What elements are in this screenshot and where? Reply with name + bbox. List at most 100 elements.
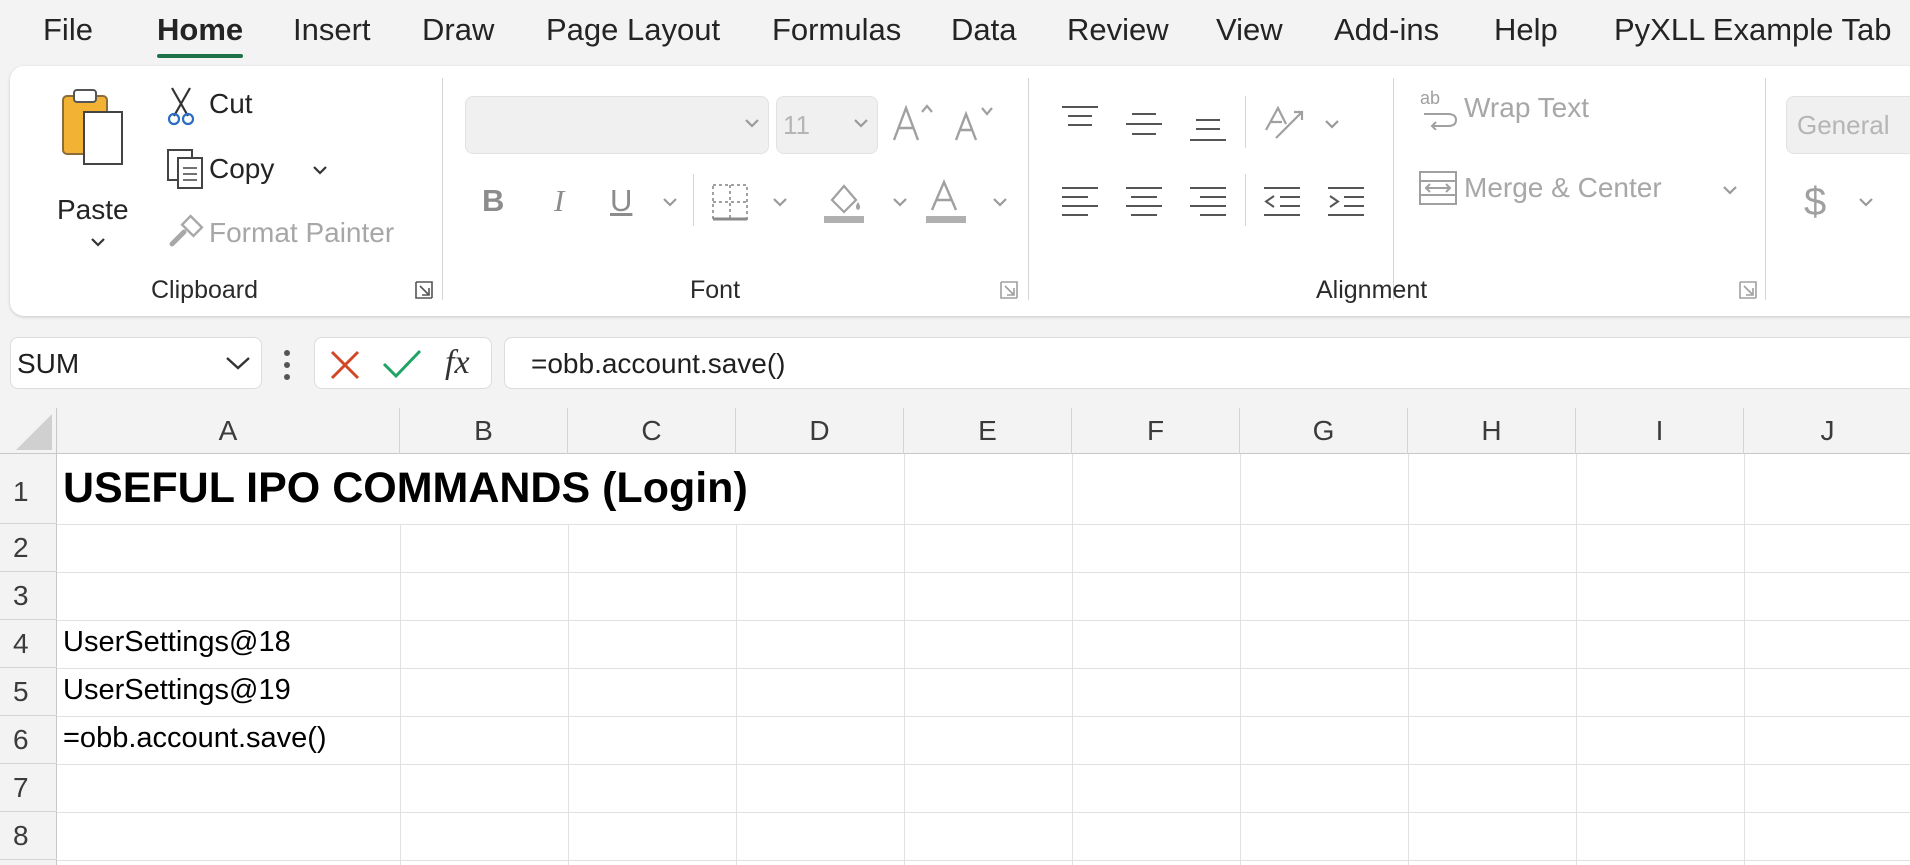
copy-button[interactable]: Copy (160, 148, 350, 192)
increase-indent-icon[interactable] (1326, 184, 1366, 220)
column-header-a[interactable]: A (57, 408, 400, 454)
fill-color-chevron-icon[interactable] (892, 196, 908, 208)
decrease-font-size-icon[interactable] (952, 104, 996, 146)
chevron-down-icon[interactable] (225, 355, 251, 371)
tab-pyxll-example[interactable]: PyXLL Example Tab (1614, 12, 1891, 48)
column-header-i[interactable]: I (1576, 408, 1744, 454)
row-header-3[interactable]: 3 (0, 572, 57, 620)
font-size-dropdown[interactable]: 11 (776, 96, 878, 154)
column-header-h[interactable]: H (1408, 408, 1576, 454)
tab-help[interactable]: Help (1494, 12, 1558, 48)
cut-button[interactable]: Cut (160, 84, 320, 128)
font-dialog-launcher-icon[interactable] (998, 279, 1020, 301)
column-header-d[interactable]: D (736, 408, 904, 454)
scissors-icon (167, 87, 195, 126)
tab-view[interactable]: View (1216, 12, 1283, 48)
clipboard-group-label: Clipboard (151, 276, 259, 304)
font-name-dropdown[interactable] (465, 96, 769, 154)
gridline (1408, 454, 1409, 865)
borders-chevron-icon[interactable] (772, 196, 788, 208)
currency-chevron-icon[interactable] (1858, 196, 1874, 208)
middle-align-icon[interactable] (1124, 110, 1164, 140)
cut-label: Cut (209, 88, 253, 119)
tab-review[interactable]: Review (1067, 12, 1169, 48)
number-format-dropdown[interactable]: General (1786, 96, 1910, 154)
more-options-icon[interactable] (281, 348, 293, 382)
divider (1245, 96, 1246, 148)
orientation-icon[interactable] (1262, 100, 1308, 144)
top-align-icon[interactable] (1060, 104, 1100, 134)
cell-a1[interactable]: USEFUL IPO COMMANDS (Login) (63, 464, 748, 513)
tab-draw[interactable]: Draw (422, 12, 494, 48)
chevron-down-icon (745, 119, 759, 128)
font-color-icon[interactable] (924, 178, 968, 224)
tab-add-ins[interactable]: Add-ins (1334, 12, 1439, 48)
column-header-j[interactable]: J (1744, 408, 1910, 454)
decrease-indent-icon[interactable] (1262, 184, 1302, 220)
underline-chevron-icon[interactable] (662, 196, 678, 208)
tab-page-layout[interactable]: Page Layout (546, 12, 720, 48)
tab-file[interactable]: File (43, 12, 93, 48)
align-center-icon[interactable] (1124, 184, 1164, 220)
gridline (736, 524, 737, 865)
name-box-value: SUM (17, 348, 80, 379)
copy-label: Copy (209, 153, 275, 184)
tab-insert[interactable]: Insert (293, 12, 371, 48)
font-color-chevron-icon[interactable] (992, 196, 1008, 208)
align-right-icon[interactable] (1188, 184, 1228, 220)
italic-button[interactable]: I (554, 183, 564, 219)
name-box[interactable]: SUM (10, 337, 262, 389)
cell-a4[interactable]: UserSettings@18 (63, 626, 291, 659)
merge-center-icon (1419, 171, 1457, 205)
merge-center-button[interactable]: Merge & Center (1418, 166, 1748, 212)
row-header-1[interactable]: 1 (0, 454, 57, 524)
paste-label: Paste (57, 194, 129, 225)
underline-button[interactable]: U (610, 183, 632, 219)
tab-formulas[interactable]: Formulas (772, 12, 901, 48)
row-header-5[interactable]: 5 (0, 668, 57, 716)
borders-icon[interactable] (710, 182, 750, 222)
gridline (400, 524, 401, 865)
row-header-4[interactable]: 4 (0, 620, 57, 668)
merge-center-chevron-icon[interactable] (1722, 184, 1738, 196)
bottom-align-icon[interactable] (1188, 114, 1228, 144)
copy-chevron-icon[interactable] (312, 164, 328, 176)
alignment-group-label: Alignment (1316, 276, 1428, 304)
cancel-icon[interactable] (329, 349, 361, 381)
format-painter-button[interactable]: Format Painter (160, 212, 420, 256)
select-all-button[interactable] (0, 408, 57, 454)
column-header-f[interactable]: F (1072, 408, 1240, 454)
currency-button[interactable]: $ (1804, 180, 1826, 225)
cell-a5[interactable]: UserSettings@19 (63, 674, 291, 707)
tab-home[interactable]: Home (157, 12, 244, 58)
formula-text: =obb.account.save() (531, 348, 786, 379)
column-header-c[interactable]: C (568, 408, 736, 454)
formula-input[interactable]: =obb.account.save() (504, 337, 1910, 389)
paste-button[interactable]: Paste (50, 86, 150, 276)
divider (1028, 78, 1029, 300)
align-left-icon[interactable] (1060, 184, 1100, 220)
fill-color-icon[interactable] (822, 178, 866, 224)
cell-a6[interactable]: =obb.account.save() (63, 722, 327, 755)
wrap-text-icon: ab (1420, 88, 1458, 130)
row-header-6[interactable]: 6 (0, 716, 57, 764)
row-header-2[interactable]: 2 (0, 524, 57, 572)
column-header-e[interactable]: E (904, 408, 1072, 454)
bold-button[interactable]: B (482, 183, 504, 219)
enter-checkmark-icon[interactable] (381, 348, 423, 380)
ribbon-tabs: File Home Insert Draw Page Layout Formul… (0, 0, 1910, 64)
worksheet-grid[interactable]: A B C D E F G H I J 1 2 3 4 5 6 7 8 USEF… (0, 408, 1910, 865)
alignment-dialog-launcher-icon[interactable] (1737, 279, 1759, 301)
orientation-chevron-icon[interactable] (1324, 118, 1340, 130)
font-group-label: Font (690, 276, 741, 304)
row-header-7[interactable]: 7 (0, 764, 57, 812)
clipboard-dialog-launcher-icon[interactable] (413, 279, 435, 301)
column-header-b[interactable]: B (400, 408, 568, 454)
tab-data[interactable]: Data (951, 12, 1016, 48)
insert-function-button[interactable]: fx (445, 344, 470, 382)
row-header-8[interactable]: 8 (0, 812, 57, 860)
wrap-text-button[interactable]: ab Wrap Text (1418, 86, 1628, 132)
column-header-g[interactable]: G (1240, 408, 1408, 454)
increase-font-size-icon[interactable] (890, 102, 936, 146)
divider (1765, 78, 1766, 300)
